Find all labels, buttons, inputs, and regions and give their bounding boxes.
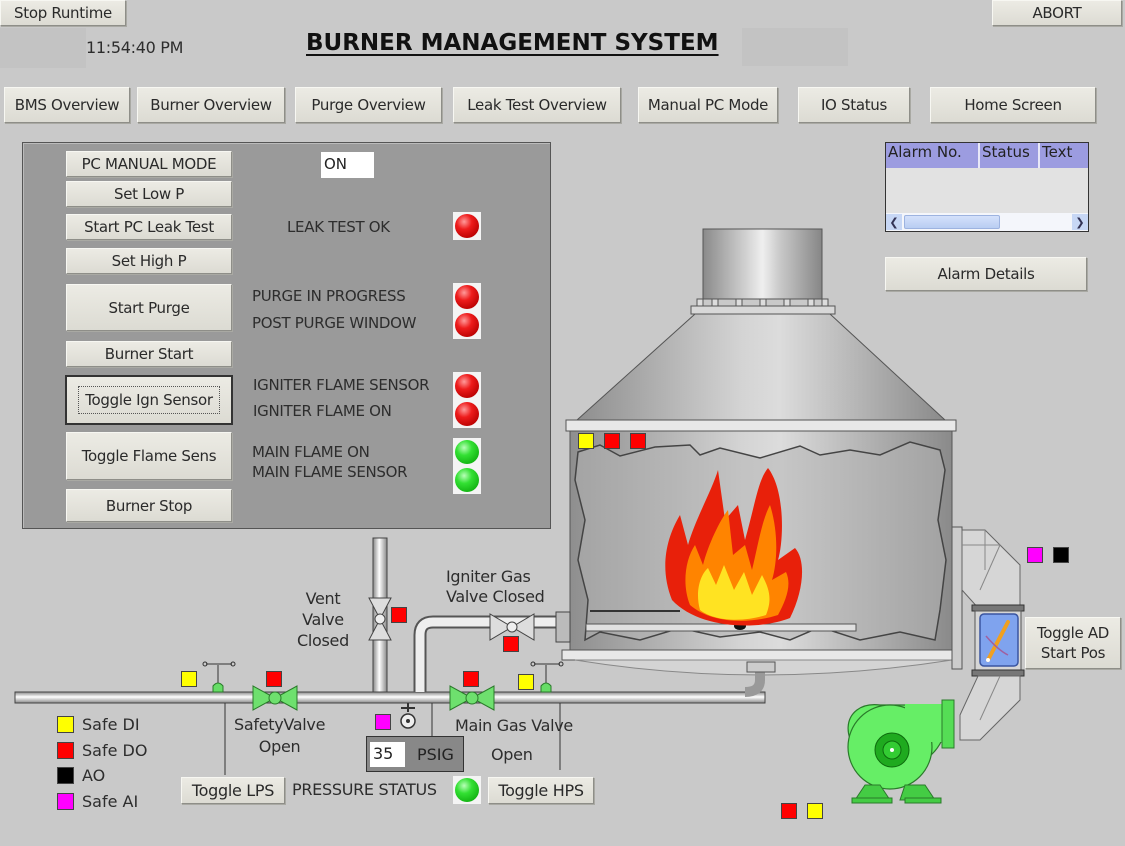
pressure-safe-ai-indicator	[375, 714, 391, 730]
legend-label: Safe DI	[82, 715, 140, 734]
low-pressure-switch-icon	[202, 661, 236, 775]
fan-safe-di-indicator	[807, 803, 823, 819]
safety-valve-label: SafetyValve Open	[234, 714, 325, 758]
main-gas-valve-state: Open	[491, 745, 533, 764]
burner-stack	[565, 228, 957, 432]
legend-safe-ai: Safe AI	[57, 792, 138, 811]
pressure-status-lamp	[453, 776, 481, 804]
igniter-valve-do-indicator	[503, 636, 519, 652]
duct-ao-indicator	[1053, 547, 1069, 563]
duct-safe-ai-indicator	[1027, 547, 1043, 563]
main-gas-valve-do-indicator	[463, 671, 479, 687]
main-gas-valve-icon[interactable]	[449, 685, 495, 711]
legend-label: Safe DO	[82, 741, 148, 760]
chamber-safe-do-indicator-1	[604, 433, 620, 449]
blower-fan-icon	[847, 699, 955, 804]
fan-safe-do-indicator	[781, 803, 797, 819]
toggle-hps-button[interactable]: Toggle HPS	[488, 777, 594, 804]
toggle-ad-start-pos-button[interactable]: Toggle AD Start Pos	[1025, 617, 1121, 669]
vent-valve-label-line3: Closed	[297, 631, 349, 650]
safety-valve-icon[interactable]	[252, 685, 298, 711]
legend-swatch	[57, 793, 74, 810]
toggle-ad-label-line2: Start Pos	[1040, 644, 1106, 662]
pressure-value: 35	[370, 742, 405, 767]
vent-valve-do-indicator	[391, 607, 407, 623]
igniter-valve-label-line2: Valve Closed	[446, 587, 545, 606]
vent-valve-label-line2: Valve	[302, 610, 344, 629]
vent-valve-label: Vent Valve Closed	[297, 588, 349, 651]
legend-label: AO	[82, 766, 106, 785]
green-lamp-icon	[455, 778, 479, 802]
hps-safe-di-indicator	[518, 674, 534, 690]
pressure-unit: PSIG	[417, 745, 454, 764]
lps-safe-di-indicator	[181, 671, 197, 687]
pressure-transmitter-icon	[400, 703, 433, 738]
toggle-lps-button[interactable]: Toggle LPS	[181, 777, 285, 804]
main-gas-pipe	[14, 691, 766, 704]
safety-valve-do-indicator	[266, 671, 282, 687]
legend-safe-do: Safe DO	[57, 741, 147, 760]
legend-label: Safe AI	[82, 792, 139, 811]
chamber-safe-di-indicator	[578, 433, 594, 449]
legend-swatch	[57, 767, 74, 784]
vent-valve-icon[interactable]	[368, 597, 392, 641]
main-gas-valve-label: Main Gas Valve	[455, 716, 573, 735]
igniter-gas-valve-label: Igniter Gas Valve Closed	[446, 567, 545, 607]
vent-valve-label-line1: Vent	[305, 589, 341, 608]
chamber-safe-do-indicator-2	[630, 433, 646, 449]
safety-valve-label-line1: SafetyValve	[234, 715, 326, 734]
legend-safe-di: Safe DI	[57, 715, 140, 734]
legend-swatch	[57, 742, 74, 759]
safety-valve-label-line2: Open	[258, 737, 301, 756]
toggle-ad-label-line1: Toggle AD	[1036, 624, 1110, 642]
pressure-status-label: PRESSURE STATUS	[292, 780, 437, 799]
igniter-valve-label-line1: Igniter Gas	[446, 567, 531, 586]
pressure-readout: 35 PSIG	[366, 736, 464, 772]
legend-swatch	[57, 716, 74, 733]
air-damper-icon[interactable]	[979, 613, 1019, 667]
legend-ao: AO	[57, 766, 105, 785]
